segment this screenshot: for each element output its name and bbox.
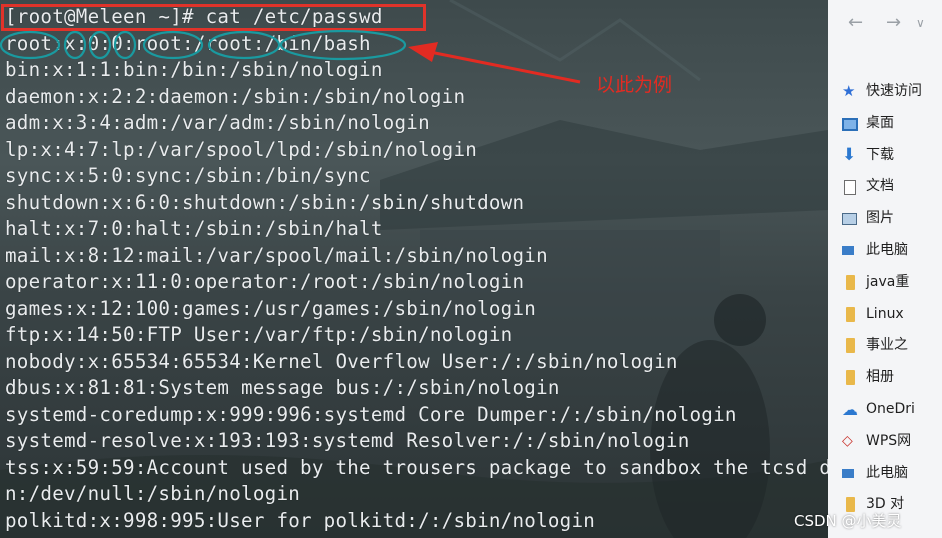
passwd-line: sync:x:5:0:sync:/sbin:/bin/sync [5, 164, 371, 187]
passwd-line: dbus:x:81:81:System message bus:/:/sbin/… [5, 376, 560, 399]
annotation-label: 以此为例 [596, 74, 673, 96]
terminal-window[interactable]: [root@Meleen ~]# cat /etc/passwd root:x:… [0, 0, 828, 538]
download-icon: ⬇ [842, 144, 857, 165]
passwd-line: nobody:x:65534:65534:Kernel Overflow Use… [5, 349, 678, 373]
desktop-icon [842, 117, 858, 131]
history-dropdown[interactable]: ∨ [916, 16, 925, 30]
passwd-line: daemon:x:2:2:daemon:/sbin:/sbin/nologin [5, 84, 466, 108]
picture-icon [842, 213, 857, 226]
folder-icon [846, 370, 855, 386]
command-highlight-box [1, 4, 426, 31]
folder-icon [846, 338, 855, 354]
onedrive-icon: ☁ [842, 399, 858, 419]
nav-item-pictures[interactable]: 图片 [842, 203, 922, 235]
folder-icon [846, 306, 855, 322]
computer-icon [842, 468, 854, 478]
passwd-line: tss:x:59:59:Account used by the trousers… [5, 455, 828, 479]
passwd-line: adm:x:3:4:adm:/var/adm:/sbin/nologin [5, 111, 430, 134]
nav-item-documents[interactable]: 文档 [842, 171, 922, 203]
back-button[interactable]: ← [848, 12, 863, 33]
passwd-line-root: root:x:0:0:root:/root:/bin/bash [5, 31, 371, 55]
passwd-line: shutdown:x:6:0:shutdown:/sbin:/sbin/shut… [5, 190, 525, 214]
computer-icon [842, 245, 854, 255]
passwd-line: lp:x:4:7:lp:/var/spool/lpd:/sbin/nologin [5, 137, 478, 161]
explorer-nav: ← → ∨ [828, 12, 942, 36]
document-icon [844, 180, 856, 196]
star-icon: ★ [842, 82, 856, 100]
nav-item-desktop[interactable]: 桌面 [842, 108, 922, 140]
watermark: CSDN @小美灵 [794, 512, 902, 530]
nav-item-folder[interactable]: Linux [842, 299, 922, 331]
passwd-line: halt:x:7:0:halt:/sbin:/sbin/halt [5, 217, 383, 240]
forward-button[interactable]: → [886, 12, 901, 33]
passwd-line: ftp:x:14:50:FTP User:/var/ftp:/sbin/nolo… [5, 323, 513, 346]
nav-item-folder[interactable]: 事业之 [842, 330, 922, 362]
terminal-output: [root@Meleen ~]# cat /etc/passwd root:x:… [5, 4, 828, 534]
wps-icon: ◇ [842, 432, 853, 449]
nav-item-folder[interactable]: 相册 [842, 362, 922, 394]
nav-item-wps[interactable]: ◇ WPS网 [842, 426, 922, 458]
passwd-line: bin:x:1:1:bin:/bin:/sbin/nologin [5, 58, 383, 81]
passwd-line: systemd-coredump:x:999:996:systemd Core … [5, 402, 737, 426]
passwd-line: systemd-resolve:x:193:193:systemd Resolv… [5, 429, 690, 452]
passwd-line: mail:x:8:12:mail:/var/spool/mail:/sbin/n… [5, 243, 548, 267]
nav-item-this-pc[interactable]: 此电脑 [842, 458, 922, 490]
file-explorer-panel: ← → ∨ ★ 快速访问 桌面 ⬇ 下载 文档 图片 此电脑 java重 Linux… [828, 0, 942, 538]
nav-item-downloads[interactable]: ⬇ 下载 [842, 140, 922, 172]
nav-item-quick-access[interactable]: ★ 快速访问 [842, 76, 922, 108]
passwd-line: polkitd:x:998:995:User for polkitd:/:/sb… [5, 508, 596, 532]
passwd-line: games:x:12:100:games:/usr/games:/sbin/no… [5, 296, 537, 320]
passwd-line: operator:x:11:0:operator:/root:/sbin/nol… [5, 270, 525, 293]
nav-item-this-pc[interactable]: 此电脑 [842, 235, 922, 267]
folder-icon [846, 274, 855, 290]
nav-item-folder[interactable]: java重 [842, 267, 922, 299]
explorer-nav-tree: ★ 快速访问 桌面 ⬇ 下载 文档 图片 此电脑 java重 Linux 事业之 相… [842, 76, 922, 521]
passwd-line: n:/dev/null:/sbin/nologin [5, 482, 301, 505]
nav-item-onedrive[interactable]: ☁ OneDri [842, 394, 922, 426]
